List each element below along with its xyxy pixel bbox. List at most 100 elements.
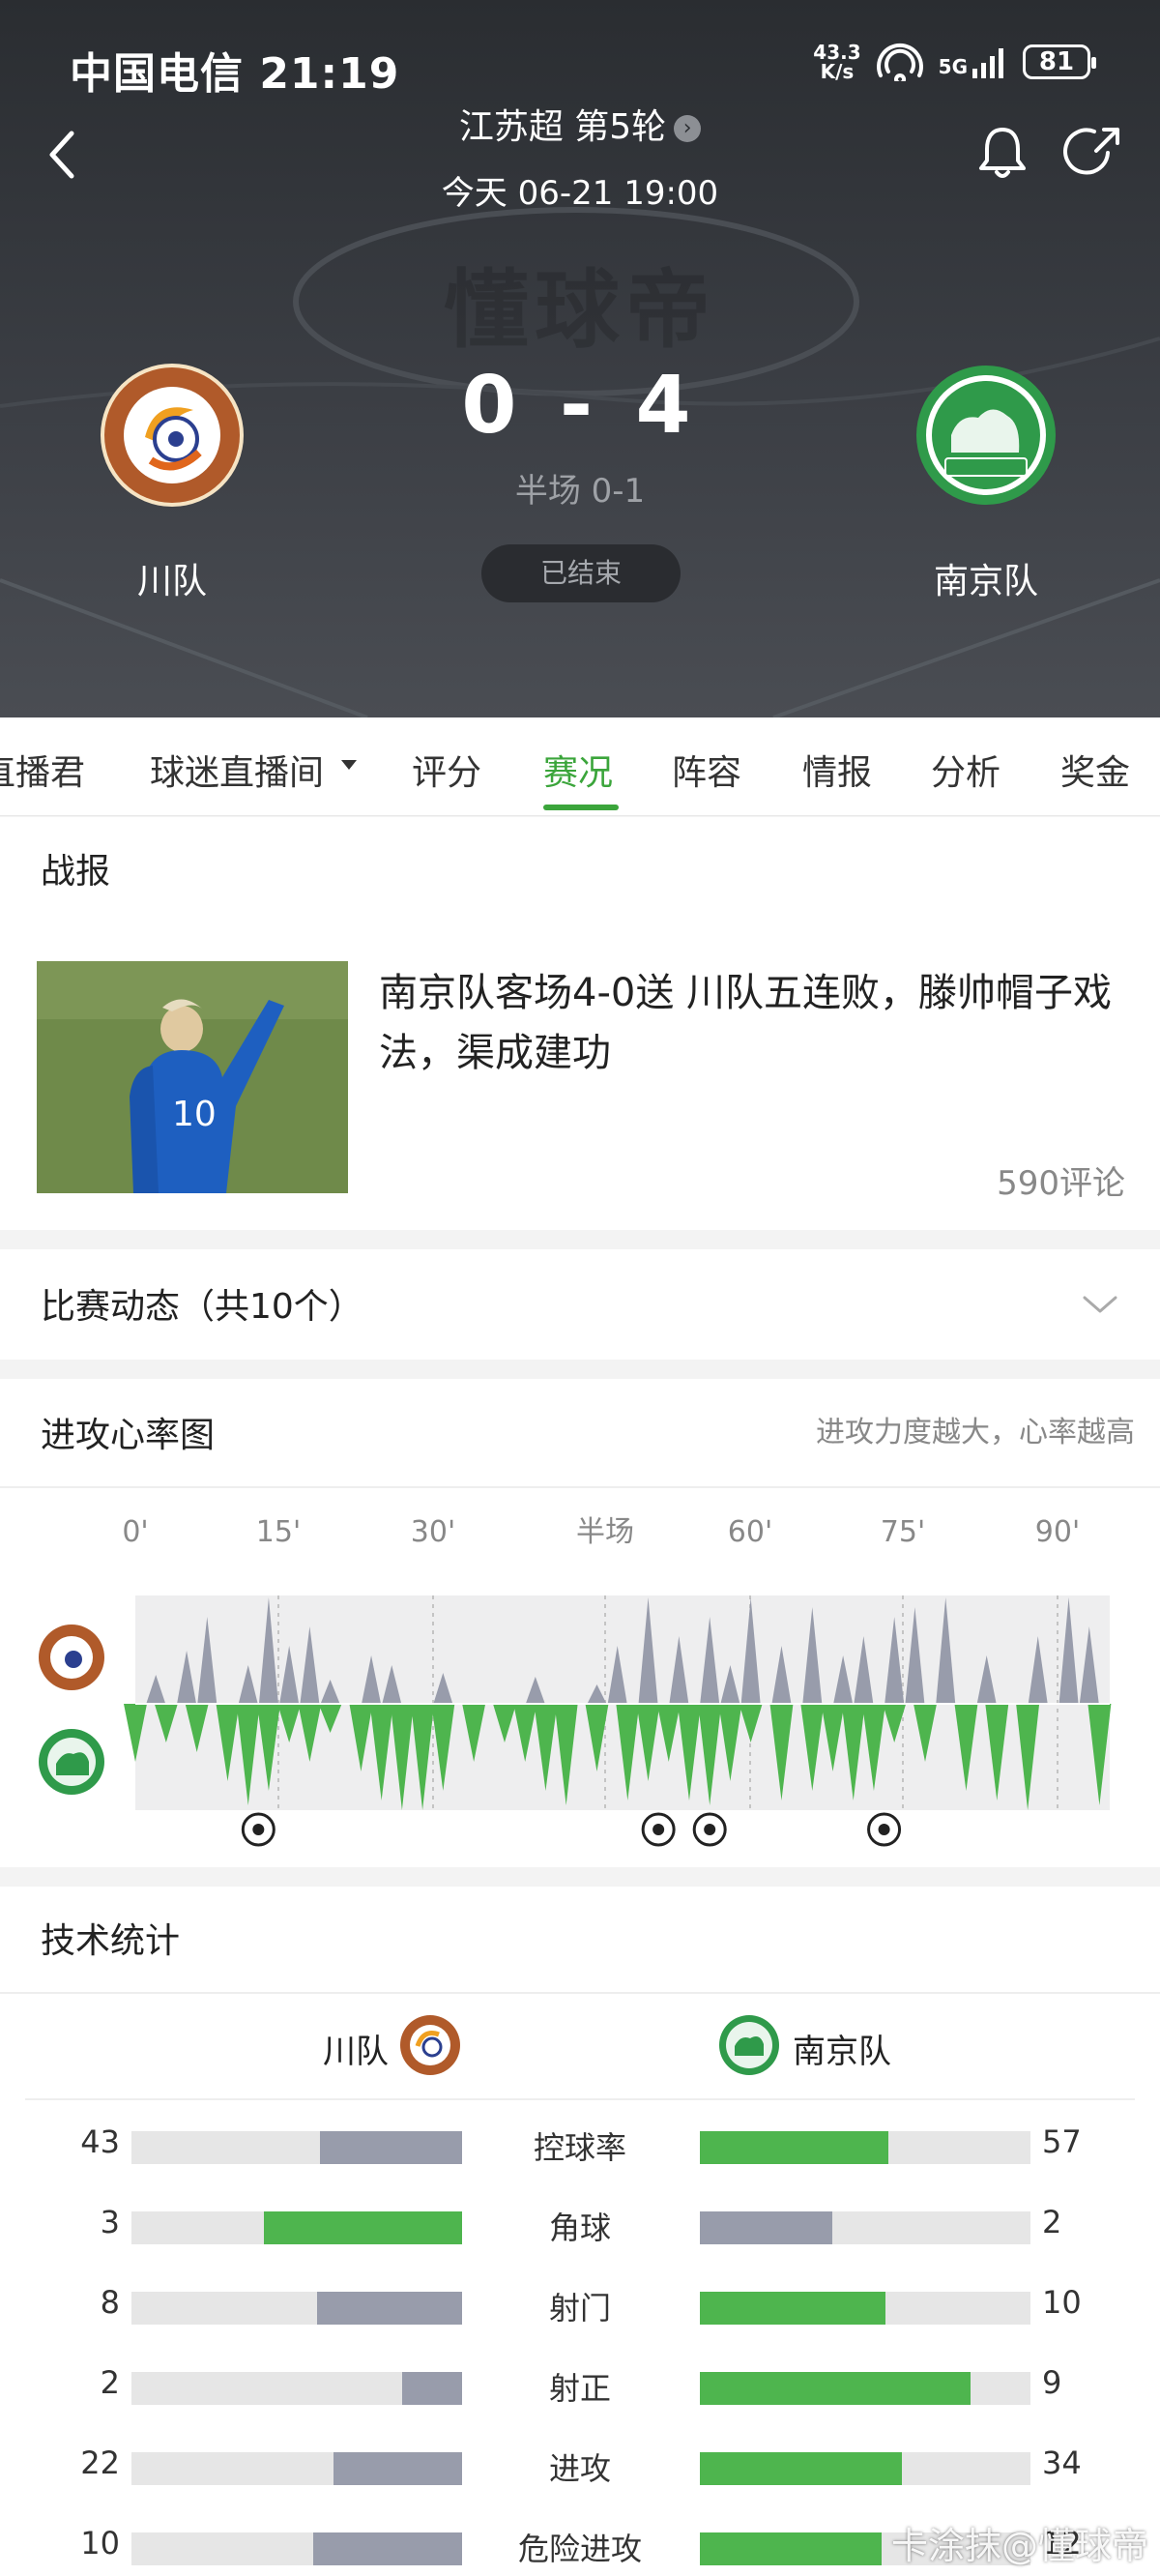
stat-away-bar-fill [700,2211,832,2244]
stat-home-value: 10 [80,2525,120,2561]
time-tick-label: 半场 [576,1515,634,1549]
hotspot-icon [876,43,923,81]
away-team-name: 南京队 [933,562,1038,601]
stat-away-value: 34 [1042,2444,1082,2481]
tab-0[interactable]: 直播君 [0,745,85,795]
stat-label: 控球率 [533,2129,626,2166]
stat-away-value: 10 [1042,2284,1082,2321]
home-team-name: 川队 [136,562,207,601]
heart-rate-title: 进攻心率图 [41,1416,216,1455]
stat-label: 射门 [548,2290,611,2327]
away-team-logo [916,366,1056,505]
stat-home-bar-fill [319,2131,462,2164]
stats-away-logo [719,2015,779,2075]
stats-home-name: 川队 [323,2033,389,2071]
tab-bar: 直播君 球迷直播间 评分 赛况 阵容 情报 分析 奖金 [0,717,1160,816]
stat-home-bar [131,2131,462,2164]
stat-home-value: 2 [100,2364,120,2401]
stat-away-value: 9 [1042,2364,1062,2401]
stat-away-bar [700,2211,1030,2244]
tab-2[interactable]: 评分 [412,745,481,795]
stat-row: 3 角球 2 [0,2198,1160,2266]
stat-away-value: 2 [1042,2204,1062,2240]
stats-away-name: 南京队 [793,2033,891,2071]
time-tick-label: 90' [1035,1515,1080,1549]
attack-heart-rate-chart: 0' 15' 30' 半场 60' 75' 90' [39,1515,1112,1847]
stat-home-bar-fill [333,2452,462,2485]
stat-away-bar-fill [700,2292,885,2325]
away-team[interactable]: 南京队 [889,360,1083,603]
chart-home-logo-ball [65,1651,82,1668]
tab-5[interactable]: 情报 [802,745,872,795]
time-tick-label: 0' [122,1515,148,1549]
carrier-time: 中国电信 21:19 [70,49,400,99]
stat-home-bar [131,2292,462,2325]
section-divider [0,1992,1160,1994]
stat-away-bar-fill [700,2372,972,2405]
time-tick-label: 60' [728,1515,772,1549]
stat-away-value: 57 [1042,2123,1082,2160]
report-comment-count[interactable]: 590评论 [997,1156,1125,1204]
stat-row: 43 控球率 57 [0,2118,1160,2185]
stats-team-header: 川队 南京队 [0,2013,1160,2081]
halftime-score: 半场 0-1 [514,472,646,511]
stat-home-value: 43 [80,2123,120,2160]
stat-row: 22 进攻 34 [0,2439,1160,2506]
signal-5g: 5G [939,45,1009,78]
section-divider [0,1486,1160,1488]
time-tick-label: 15' [256,1515,301,1549]
home-team-logo [101,364,244,507]
bell-icon[interactable] [972,122,1033,184]
stat-away-bar [700,2452,1030,2485]
tab-1[interactable]: 球迷直播间 [150,745,324,795]
home-team[interactable]: 川队 [75,360,269,603]
stat-home-bar-fill [263,2211,462,2244]
time-tick-label: 75' [881,1515,925,1549]
stat-home-bar [131,2532,462,2565]
stat-home-value: 22 [80,2444,120,2481]
stat-label: 危险进攻 [517,2531,642,2567]
events-title: 比赛动态（共10个） [41,1287,363,1327]
stat-away-bar-fill [700,2131,888,2164]
stat-home-value: 3 [100,2204,120,2240]
stat-home-value: 8 [100,2284,120,2321]
stat-away-bar [700,2292,1030,2325]
stats-title: 技术统计 [41,1921,181,1961]
heart-rate-note: 进攻力度越大，心率越高 [816,1416,1135,1449]
report-headline[interactable]: 南京队客场4-0送 川队五连败，滕帅帽子戏法，渠成建功 [379,963,1133,1083]
match-state-badge: 已结束 [481,544,681,602]
header-watermark-logo: 懂球帝 [443,260,716,360]
jersey-number: 10 [172,1095,217,1134]
caret-down-icon [341,760,357,770]
goal-marker-icon-center [652,1824,665,1835]
tab-6[interactable]: 分析 [931,745,1000,795]
tab-7[interactable]: 奖金 [1060,745,1130,795]
report-thumbnail[interactable]: 10 [37,961,348,1193]
stat-home-bar-fill [316,2292,462,2325]
stat-home-bar-fill [402,2372,462,2405]
battery-indicator: 81 [1023,44,1096,79]
stat-home-bar [131,2452,462,2485]
stat-label: 射正 [548,2370,611,2407]
tab-3[interactable]: 赛况 [543,745,613,795]
goal-marker-icon-center [252,1824,265,1835]
stat-away-bar-fill [700,2532,883,2565]
watermark: 卡涂抹@懂球帝 [890,2525,1148,2567]
stat-label: 进攻 [548,2450,611,2487]
stat-home-bar-fill [313,2532,462,2565]
chevron-down-icon[interactable] [1081,1290,1119,1319]
goal-marker-icon-center [878,1824,890,1835]
chevron-right-icon: › [674,115,702,142]
stat-away-bar [700,2131,1030,2164]
match-score: 0 - 4 [461,360,699,452]
share-icon[interactable] [1063,122,1125,184]
stat-row: 8 射门 10 [0,2278,1160,2346]
stat-row: 2 射正 9 [0,2358,1160,2426]
stat-home-bar [131,2211,462,2244]
time-tick-label: 30' [411,1515,455,1549]
status-bar: 中国电信 21:19 43.3 K/s 5G 81 [70,39,1096,99]
tab-4[interactable]: 阵容 [672,745,741,795]
match-header: 懂球帝 中国电信 21:19 43.3 K/s 5G 81 江苏超 第5轮› [0,0,1160,717]
active-tab-indicator [543,805,619,810]
stat-away-bar [700,2372,1030,2405]
